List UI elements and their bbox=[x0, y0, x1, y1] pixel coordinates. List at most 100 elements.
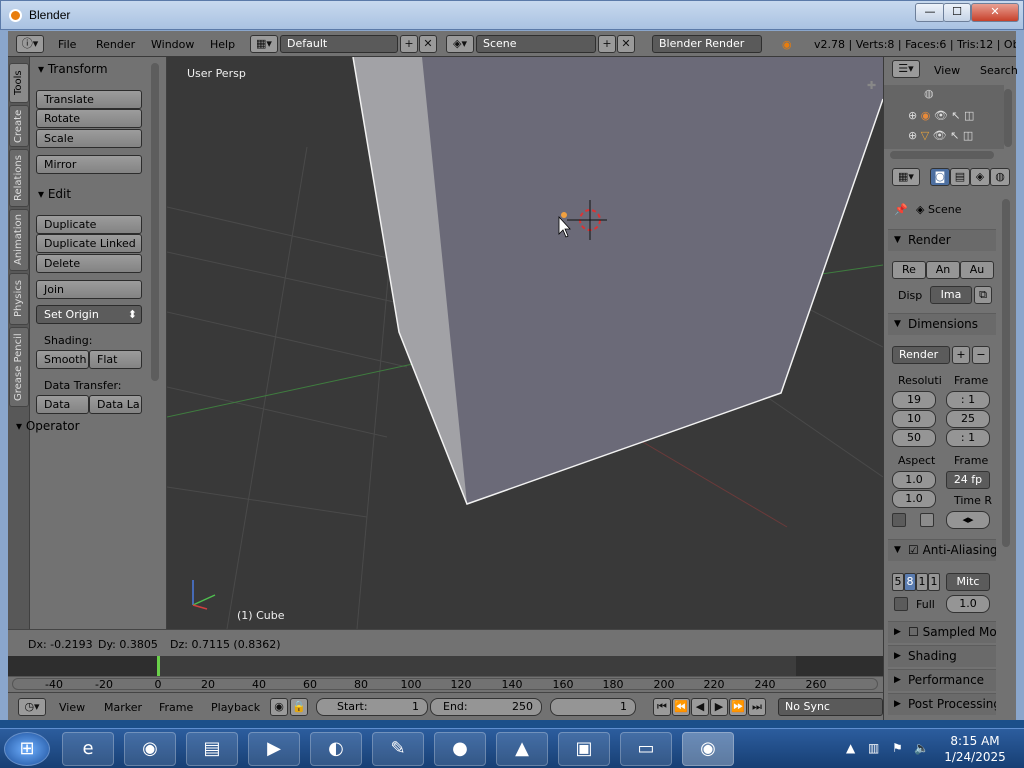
internet-explorer-icon[interactable]: e bbox=[62, 732, 114, 766]
render-audio-button[interactable]: Au bbox=[960, 261, 994, 279]
pin-icon[interactable]: 📌 bbox=[894, 203, 908, 216]
timeline-menu-frame[interactable]: Frame bbox=[159, 701, 193, 714]
timeline-menu-view[interactable]: View bbox=[59, 701, 85, 714]
frame-start-field[interactable]: : 1 bbox=[946, 391, 990, 409]
layout-grid-icon[interactable]: ▦▾ bbox=[250, 35, 278, 53]
tab-create[interactable]: Create bbox=[9, 105, 29, 147]
remove-preset-icon[interactable]: − bbox=[972, 346, 990, 364]
flat-button[interactable]: Flat bbox=[89, 350, 142, 369]
add-preset-icon[interactable]: + bbox=[952, 346, 970, 364]
add-scene-icon[interactable]: + bbox=[598, 35, 616, 53]
resolution-y-field[interactable]: 10 bbox=[892, 410, 936, 428]
next-keyframe-icon[interactable]: ⏩ bbox=[729, 698, 747, 716]
timeline-area[interactable]: -40 -20 0 20 40 60 80 100 120 140 160 18… bbox=[8, 656, 883, 692]
clock-editor-icon[interactable]: ◷▾ bbox=[18, 698, 46, 716]
cube-object-row[interactable]: ⊕ ▽ 👁 ↖ ◫ bbox=[908, 129, 973, 142]
frame-step-field[interactable]: : 1 bbox=[946, 429, 990, 447]
display-mode-select[interactable]: Ima bbox=[930, 286, 972, 304]
performance-panel-header[interactable]: ▶ Performance bbox=[888, 669, 996, 691]
render-still-button[interactable]: Re bbox=[892, 261, 926, 279]
current-frame-field[interactable]: 1 bbox=[550, 698, 636, 716]
frame-rate-select[interactable]: 24 fp bbox=[946, 471, 990, 489]
close-button[interactable]: ✕ bbox=[971, 3, 1019, 22]
media-center-icon[interactable]: ◐ bbox=[310, 732, 362, 766]
paint-icon[interactable]: ✎ bbox=[372, 732, 424, 766]
outliner-scrollbar-v[interactable] bbox=[1004, 89, 1012, 147]
record-icon[interactable]: ● bbox=[434, 732, 486, 766]
delete-button[interactable]: Delete bbox=[36, 254, 142, 273]
jump-start-icon[interactable]: ⏮ bbox=[653, 698, 671, 716]
remove-scene-icon[interactable]: ✕ bbox=[617, 35, 635, 53]
start-button-windows-icon[interactable]: ⊞ bbox=[4, 732, 50, 766]
tab-relations[interactable]: Relations bbox=[9, 149, 29, 207]
maximize-button[interactable]: ☐ bbox=[943, 3, 971, 22]
add-layout-icon[interactable]: + bbox=[400, 35, 418, 53]
aspect-y-field[interactable]: 1.0 bbox=[892, 490, 936, 508]
translate-button[interactable]: Translate bbox=[36, 90, 142, 109]
outliner-scrollbar-h[interactable] bbox=[890, 151, 994, 159]
operator-panel-header[interactable]: ▾ Operator bbox=[16, 419, 80, 433]
anti-aliasing-panel-header[interactable]: ▼ ☑ Anti-Aliasing bbox=[888, 539, 996, 561]
aa-samples-16[interactable]: 1 bbox=[928, 573, 940, 591]
aa-samples-8[interactable]: 8 bbox=[904, 573, 916, 591]
current-frame-marker[interactable] bbox=[157, 656, 160, 676]
aspect-x-field[interactable]: 1.0 bbox=[892, 471, 936, 489]
render-animation-button[interactable]: An bbox=[926, 261, 960, 279]
aa-samples-5[interactable]: 5 bbox=[892, 573, 904, 591]
viewport-split-icon[interactable]: ✚ bbox=[867, 79, 876, 92]
border-checkbox[interactable] bbox=[892, 513, 906, 527]
properties-scrollbar[interactable] bbox=[1002, 199, 1010, 547]
duplicate-button[interactable]: Duplicate bbox=[36, 215, 142, 234]
resolution-x-field[interactable]: 19 bbox=[892, 391, 936, 409]
world-tab-icon[interactable]: ◍ bbox=[990, 168, 1010, 186]
smooth-button[interactable]: Smooth bbox=[36, 350, 89, 369]
3d-viewport[interactable]: User Persp (1) Cube ✚ bbox=[167, 57, 883, 629]
tab-animation[interactable]: Animation bbox=[9, 209, 29, 271]
start-frame-field[interactable]: Start: 1 bbox=[316, 698, 428, 716]
lock-icon[interactable]: 🔒 bbox=[290, 698, 308, 716]
data-layers-button[interactable]: Data La bbox=[89, 395, 142, 414]
crop-checkbox[interactable] bbox=[920, 513, 934, 527]
data-transfer-button[interactable]: Data bbox=[36, 395, 89, 414]
time-remap-fields[interactable]: ◂▸ bbox=[946, 511, 990, 529]
play-icon[interactable]: ▶ bbox=[710, 698, 728, 716]
join-button[interactable]: Join bbox=[36, 280, 142, 299]
outliner-menu-view[interactable]: View bbox=[934, 64, 960, 77]
sampled-motion-checkbox[interactable]: ☐ bbox=[908, 625, 923, 639]
tray-expand-icon[interactable]: ▲ bbox=[846, 741, 855, 755]
menu-window[interactable]: Window bbox=[151, 38, 194, 51]
outliner-menu-search[interactable]: Search bbox=[980, 64, 1018, 77]
tab-tools[interactable]: Tools bbox=[9, 63, 29, 103]
anti-aliasing-checkbox[interactable]: ☑ bbox=[908, 543, 923, 557]
render-engine-select[interactable]: Blender Render bbox=[652, 35, 762, 53]
tab-grease-pencil[interactable]: Grease Pencil bbox=[9, 327, 29, 407]
scale-button[interactable]: Scale bbox=[36, 129, 142, 148]
jump-end-icon[interactable]: ⏭ bbox=[748, 698, 766, 716]
dimensions-panel-header[interactable]: ▼ Dimensions bbox=[888, 313, 996, 335]
vlc-icon[interactable]: ▲ bbox=[496, 732, 548, 766]
screen-layout-field[interactable]: Default bbox=[280, 35, 398, 53]
world-icon[interactable]: ◍ bbox=[924, 87, 934, 100]
minimize-button[interactable]: — bbox=[915, 3, 945, 22]
full-sample-checkbox[interactable] bbox=[894, 597, 908, 611]
media-player-icon[interactable]: ▶ bbox=[248, 732, 300, 766]
camera-object-row[interactable]: ⊕ ◉ 👁 ↖ ◫ bbox=[908, 109, 974, 122]
menu-file[interactable]: File bbox=[58, 38, 76, 51]
end-frame-field[interactable]: End: 250 bbox=[430, 698, 542, 716]
render-layers-icon[interactable]: ▤ bbox=[950, 168, 970, 186]
aa-samples-11[interactable]: 1 bbox=[916, 573, 928, 591]
tab-physics[interactable]: Physics bbox=[9, 273, 29, 325]
keying-icon[interactable]: ◉ bbox=[270, 698, 288, 716]
render-preset-select[interactable]: Render bbox=[892, 346, 950, 364]
mirror-button[interactable]: Mirror bbox=[36, 155, 142, 174]
outliner-editor-icon[interactable]: ☰▾ bbox=[892, 60, 920, 78]
remove-layout-icon[interactable]: ✕ bbox=[419, 35, 437, 53]
file-explorer-icon[interactable]: ▤ bbox=[186, 732, 238, 766]
command-prompt-icon[interactable]: ▭ bbox=[620, 732, 672, 766]
scene-tab-icon[interactable]: ◈ bbox=[970, 168, 990, 186]
set-origin-dropdown[interactable]: Set Origin ⬍ bbox=[36, 305, 142, 324]
tray-volume-muted-icon[interactable]: 🔈 bbox=[914, 741, 929, 755]
menu-render[interactable]: Render bbox=[96, 38, 135, 51]
filter-size-field[interactable]: 1.0 bbox=[946, 595, 990, 613]
scene-icon[interactable]: ◈▾ bbox=[446, 35, 474, 53]
